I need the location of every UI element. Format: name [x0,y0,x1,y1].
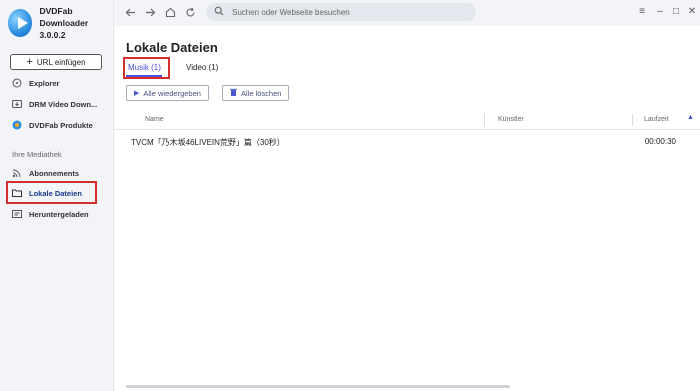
column-header-name[interactable]: Name [145,116,164,123]
paste-url-label: URL einfügen [36,57,86,67]
search-input[interactable]: Suchen oder Webseite besuchen [232,8,350,17]
sidebar: DVDFab Downloader 3.0.0.2 + URL einfügen… [0,0,114,391]
tab-video[interactable]: Video (1) [186,63,218,72]
sidebar-item-downloaded[interactable]: Heruntergeladen [12,206,89,222]
table-row-duration: 00:00:30 [644,137,676,146]
sidebar-item-explorer[interactable]: Explorer [12,75,59,91]
table-header: Name Künstler Laufzeit ▲ [114,110,700,130]
back-arrow-icon[interactable] [124,6,136,18]
app-name: DVDFab Downloader [39,6,89,28]
maximize-icon[interactable]: □ [670,6,682,17]
library-section-label: Ihre Mediathek [12,150,62,159]
plus-icon: + [26,56,33,68]
music-tab-highlight [123,57,170,79]
main-panel: Lokale Dateien Musik (1) Video (1) ▶ All… [114,26,700,391]
page-title: Lokale Dateien [126,40,218,55]
column-header-duration[interactable]: Laufzeit [644,116,669,123]
search-bar[interactable]: Suchen oder Webseite besuchen [206,3,476,21]
top-toolbar: Suchen oder Webseite besuchen ≡ – □ ✕ [114,0,700,26]
forward-arrow-icon[interactable] [144,6,156,18]
search-icon [214,6,224,18]
video-download-icon [12,99,22,109]
column-divider[interactable] [484,114,485,126]
app-version: 3.0.0.2 [39,30,66,40]
sidebar-item-dvdfab-products[interactable]: DVDFab Produkte [12,117,93,133]
close-icon[interactable]: ✕ [686,6,698,17]
column-header-artist[interactable]: Künstler [498,116,524,123]
sort-ascending-icon[interactable]: ▲ [687,114,694,121]
paste-url-button[interactable]: + URL einfügen [10,54,102,70]
play-all-button[interactable]: ▶ Alle wiedergeben [126,85,209,101]
play-icon: ▶ [134,90,140,97]
dvdfab-logo-icon [8,9,33,37]
sidebar-item-subscriptions[interactable]: Abonnements [12,165,79,181]
horizontal-scrollbar[interactable] [126,385,510,388]
table-row-title[interactable]: TVCM「乃木坂46LIVEIN荒野」篇（30秒） [131,137,285,148]
compass-icon [12,78,22,88]
reload-icon[interactable] [184,6,196,18]
menu-icon[interactable]: ≡ [636,6,648,17]
rss-icon [12,168,22,178]
dvdfab-logo-icon [12,120,22,130]
minimize-icon[interactable]: – [654,6,666,17]
column-divider[interactable] [632,114,633,126]
sidebar-item-drm-video-downloader[interactable]: DRM Video Down... [12,96,97,112]
delete-all-button[interactable]: Alle löschen [222,85,290,101]
downloaded-icon [12,209,22,219]
local-files-highlight [6,181,97,204]
trash-icon [230,88,237,98]
home-icon[interactable] [164,6,176,18]
app-brand: DVDFab Downloader 3.0.0.2 [8,5,113,41]
